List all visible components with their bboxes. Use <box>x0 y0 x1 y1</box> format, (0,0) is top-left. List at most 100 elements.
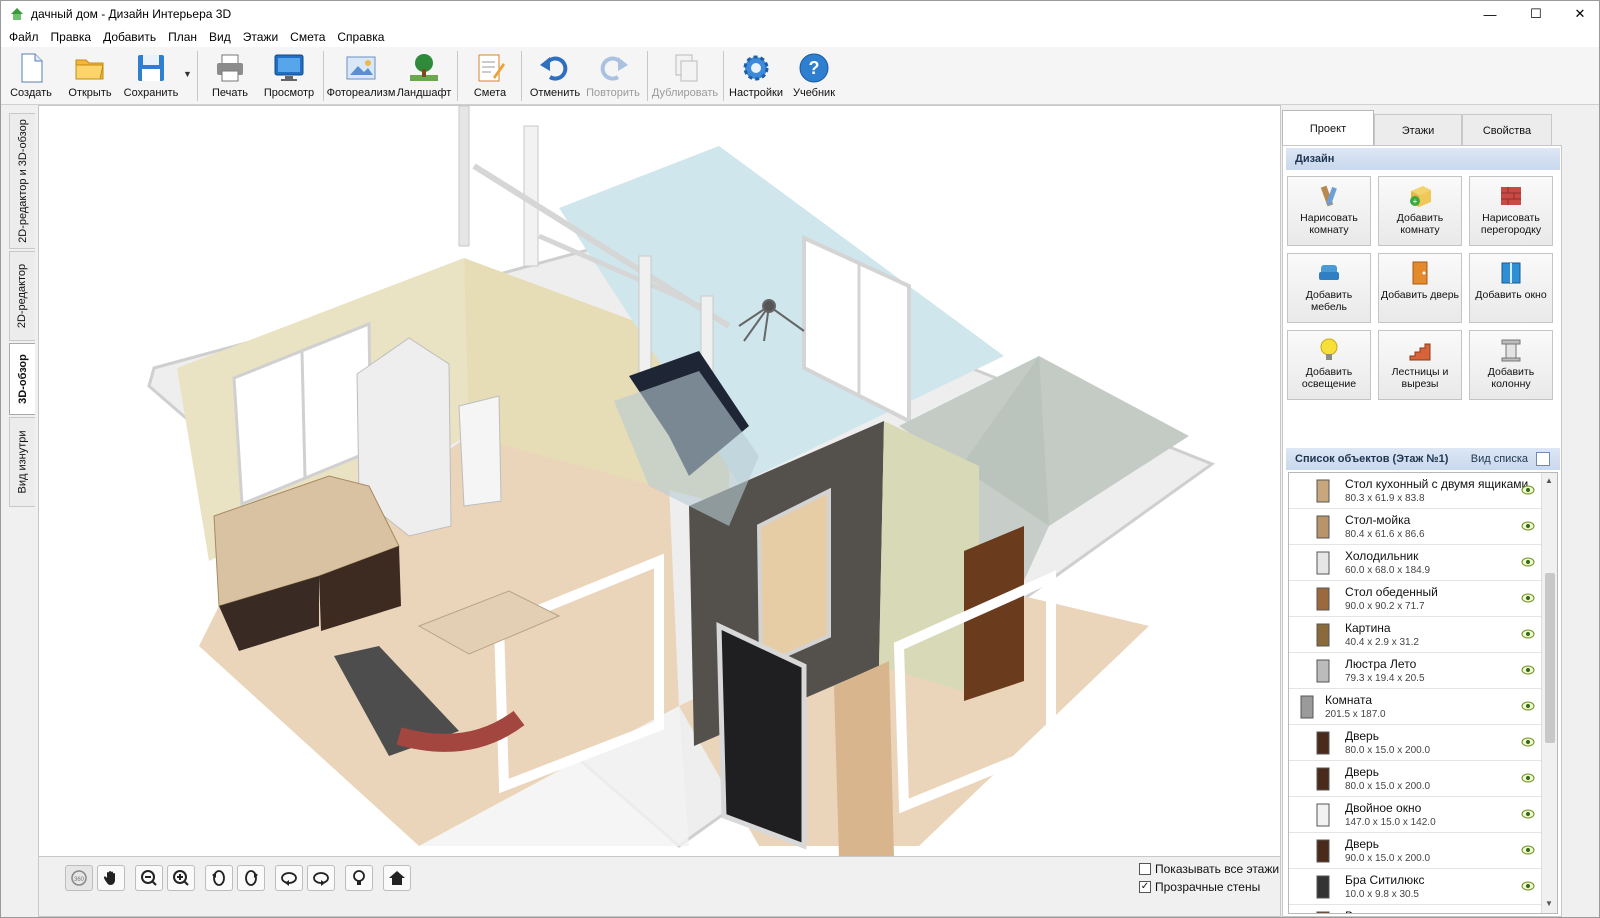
add-lighting-button[interactable]: Добавить освещение <box>1287 330 1371 400</box>
visibility-eye-icon[interactable] <box>1521 629 1535 639</box>
menu-bar: Файл Правка Добавить План Вид Этажи Смет… <box>1 27 1599 47</box>
object-list-item[interactable]: Комната 201.5 x 187.0 <box>1289 689 1541 725</box>
visibility-eye-icon[interactable] <box>1521 593 1535 603</box>
visibility-eye-icon[interactable] <box>1521 845 1535 855</box>
photorealism-button[interactable]: Фотореализм <box>327 49 395 103</box>
object-list-item[interactable]: Вешалка <box>1289 905 1541 913</box>
create-button[interactable]: Создать <box>9 49 53 103</box>
add-column-button[interactable]: Добавить колонну <box>1469 330 1553 400</box>
add-room-button[interactable]: + Добавить комнату <box>1378 176 1462 246</box>
tree-icon <box>410 54 438 81</box>
visibility-eye-icon[interactable] <box>1521 737 1535 747</box>
maximize-button[interactable]: ☐ <box>1513 1 1559 27</box>
add-door-icon <box>1412 261 1428 285</box>
visibility-eye-icon[interactable] <box>1521 773 1535 783</box>
object-list-item[interactable]: Стол обеденный 90.0 x 90.2 x 71.7 <box>1289 581 1541 617</box>
visibility-eye-icon[interactable] <box>1521 701 1535 711</box>
open-button[interactable]: Открыть <box>65 49 115 103</box>
draw-room-button[interactable]: Нарисовать комнату <box>1287 176 1371 246</box>
object-list-item[interactable]: Дверь 80.0 x 15.0 x 200.0 <box>1289 761 1541 797</box>
object-list-item[interactable]: Стол-мойка 80.4 x 61.6 x 86.6 <box>1289 509 1541 545</box>
menu-view[interactable]: Вид <box>203 30 237 44</box>
zoom-out-button[interactable] <box>135 865 163 891</box>
add-door-button[interactable]: Добавить дверь <box>1378 253 1462 323</box>
object-list-item[interactable]: Стол кухонный с двумя ящиками 80.3 x 61.9… <box>1289 473 1541 509</box>
3d-viewport[interactable] <box>38 105 1281 857</box>
rotate-left-button[interactable] <box>205 865 233 891</box>
object-dimensions: 80.3 x 61.9 x 83.8 <box>1345 493 1425 504</box>
redo-button[interactable]: Повторить <box>585 49 641 103</box>
folder-icon <box>75 59 104 80</box>
preview-button[interactable]: Просмотр <box>263 49 315 103</box>
checkbox-box-checked[interactable]: ✓ <box>1139 881 1151 893</box>
minimize-button[interactable]: — <box>1467 1 1513 27</box>
save-button[interactable]: Сохранить <box>123 49 179 103</box>
tab-inside-view[interactable]: Вид изнутри <box>9 417 35 507</box>
object-list-item[interactable]: Картина 40.4 x 2.9 x 31.2 <box>1289 617 1541 653</box>
checkbox-box[interactable] <box>1139 863 1151 875</box>
object-name: Двойное окно <box>1345 801 1422 815</box>
light-bulb-icon <box>353 870 365 885</box>
rotate-left-icon <box>212 870 225 886</box>
draw-partition-button[interactable]: Нарисовать перегородку <box>1469 176 1553 246</box>
lighting-button[interactable] <box>345 865 373 891</box>
tab-2d-editor-and-3d-view[interactable]: 2D-редактор и 3D-обзор <box>9 113 35 249</box>
show-all-floors-checkbox[interactable]: Показывать все этажи <box>1139 862 1279 876</box>
scroll-down-icon[interactable]: ▼ <box>1545 899 1553 908</box>
menu-plan[interactable]: План <box>162 30 203 44</box>
scroll-up-icon[interactable]: ▲ <box>1545 476 1553 485</box>
scroll-thumb[interactable] <box>1545 573 1555 743</box>
object-list-item[interactable]: Дверь 80.0 x 15.0 x 200.0 <box>1289 725 1541 761</box>
tilt-down-button[interactable] <box>307 865 335 891</box>
object-list-item[interactable]: Двойное окно 147.0 x 15.0 x 142.0 <box>1289 797 1541 833</box>
visibility-eye-icon[interactable] <box>1521 665 1535 675</box>
visibility-eye-icon[interactable] <box>1521 557 1535 567</box>
object-list-item[interactable]: Дверь 90.0 x 15.0 x 200.0 <box>1289 833 1541 869</box>
list-view-label[interactable]: Вид списка <box>1471 453 1528 465</box>
window-title: дачный дом - Дизайн Интерьера 3D <box>31 7 232 21</box>
visibility-eye-icon[interactable] <box>1521 881 1535 891</box>
tutorial-button[interactable]: ? Учебник <box>791 49 837 103</box>
visibility-eye-icon[interactable] <box>1521 521 1535 531</box>
list-view-icon[interactable] <box>1536 452 1550 466</box>
rotate-360-button[interactable]: 360 <box>65 865 93 891</box>
menu-estimate[interactable]: Смета <box>284 30 331 44</box>
add-window-button[interactable]: Добавить окно <box>1469 253 1553 323</box>
object-name: Дверь <box>1345 729 1379 743</box>
tilt-up-button[interactable] <box>275 865 303 891</box>
zoom-in-button[interactable] <box>167 865 195 891</box>
landscape-button[interactable]: Ландшафт <box>397 49 451 103</box>
estimate-button[interactable]: Смета <box>469 49 511 103</box>
tab-3d-view[interactable]: 3D-обзор <box>9 343 35 415</box>
object-list-item[interactable]: Люстра Лето 79.3 x 19.4 x 20.5 <box>1289 653 1541 689</box>
menu-add[interactable]: Добавить <box>97 30 162 44</box>
menu-file[interactable]: Файл <box>3 30 45 44</box>
object-list-item[interactable]: Холодильник 60.0 x 68.0 x 184.9 <box>1289 545 1541 581</box>
object-list-scrollbar[interactable]: ▲ ▼ <box>1541 473 1557 913</box>
object-list-item[interactable]: Бра Ситилюкс 10.0 x 9.8 x 30.5 <box>1289 869 1541 905</box>
menu-edit[interactable]: Правка <box>45 30 98 44</box>
object-list[interactable]: Стол кухонный с двумя ящиками 80.3 x 61.9… <box>1288 472 1558 914</box>
settings-button[interactable]: Настройки <box>729 49 783 103</box>
stairs-and-cutouts-button[interactable]: Лестницы и вырезы <box>1378 330 1462 400</box>
close-button[interactable]: ✕ <box>1557 1 1600 27</box>
duplicate-button[interactable]: Дублировать <box>652 49 718 103</box>
visibility-eye-icon[interactable] <box>1521 485 1535 495</box>
undo-button[interactable]: Отменить <box>529 49 581 103</box>
save-dropdown-icon[interactable]: ▼ <box>183 69 192 79</box>
visibility-eye-icon[interactable] <box>1521 809 1535 819</box>
transparent-walls-checkbox[interactable]: ✓ Прозрачные стены <box>1139 880 1260 894</box>
tab-project[interactable]: Проект <box>1282 110 1374 146</box>
tab-properties[interactable]: Свойства <box>1462 114 1552 146</box>
rotate-right-button[interactable] <box>237 865 265 891</box>
tab-2d-editor[interactable]: 2D-редактор <box>9 251 35 341</box>
home-view-button[interactable] <box>383 865 411 891</box>
menu-help[interactable]: Справка <box>331 30 390 44</box>
tab-floors[interactable]: Этажи <box>1374 114 1462 146</box>
object-dimensions: 147.0 x 15.0 x 142.0 <box>1345 817 1436 828</box>
menu-floors[interactable]: Этажи <box>237 30 284 44</box>
rotate-360-icon: 360 <box>71 870 87 886</box>
pan-button[interactable] <box>97 865 125 891</box>
add-furniture-button[interactable]: Добавить мебель <box>1287 253 1371 323</box>
print-button[interactable]: Печать <box>207 49 253 103</box>
